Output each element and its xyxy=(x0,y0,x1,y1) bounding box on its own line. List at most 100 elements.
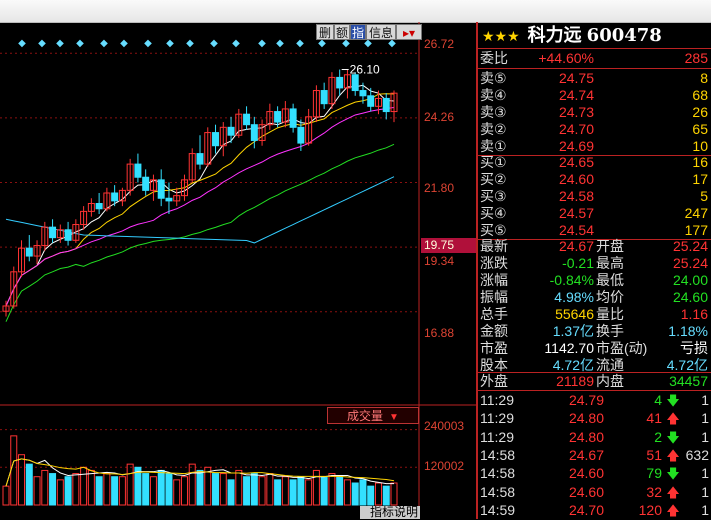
stat-label: 最新 xyxy=(480,238,508,254)
volume-bar xyxy=(320,476,328,506)
volume-bar xyxy=(165,473,173,506)
volume-bar xyxy=(80,466,88,506)
tick-price: 24.79 xyxy=(568,392,604,408)
volume-axis-tick: 120002 xyxy=(424,459,465,473)
stat-label: 市盈 xyxy=(480,340,508,356)
volume-bar xyxy=(212,473,220,506)
tick-volume: 120 xyxy=(638,501,662,518)
bid-price: 24.60 xyxy=(558,171,594,187)
ask-label: 卖② xyxy=(480,121,507,137)
candle-body xyxy=(289,108,297,128)
price-axis-tick: 19.34 xyxy=(424,254,455,268)
candle-body xyxy=(274,111,282,123)
commission-value: 285 xyxy=(684,50,708,66)
ask-price: 24.69 xyxy=(558,138,594,154)
bid-row[interactable]: 买② 24.60 17 xyxy=(478,171,711,188)
toolbar-menu-button[interactable]: ▸▾ xyxy=(396,24,422,40)
toolbar-info-button[interactable]: 信息 xyxy=(366,24,396,40)
ask-price: 24.70 xyxy=(558,121,594,137)
bid-row[interactable]: 买④ 24.57 247 xyxy=(478,205,711,222)
volume-bar xyxy=(204,466,212,506)
bid-row[interactable]: 买① 24.65 16 xyxy=(478,154,711,171)
bid-row[interactable]: 买⑤ 24.54 177 xyxy=(478,222,711,239)
ask-row[interactable]: 卖④ 24.74 68 xyxy=(478,87,711,104)
indicator-help-button[interactable]: 指标说明 xyxy=(360,506,420,519)
tick-time: 11:29 xyxy=(480,410,514,427)
candle-body xyxy=(243,113,251,126)
event-marker-icon: ◆ xyxy=(100,38,108,49)
rating-stars-icon: ★★★ xyxy=(482,28,520,44)
candle-body xyxy=(25,247,33,257)
volume-bar xyxy=(18,454,26,506)
volume-bar xyxy=(328,473,336,506)
volume-bar xyxy=(142,473,150,506)
toolbar-delete-button[interactable]: 删 xyxy=(316,24,334,40)
ask-price: 24.75 xyxy=(558,70,594,86)
tick-price: 24.60 xyxy=(568,465,604,482)
ask-volume: 10 xyxy=(692,138,708,154)
tick-row: 14:58 24.67 51 🡅 632 xyxy=(478,446,711,465)
stat-row: 金额 1.37亿 换手 1.18% xyxy=(478,323,711,340)
toolbar-indicator-button[interactable]: 指 xyxy=(350,24,366,40)
price-axis-tick: 21.80 xyxy=(424,181,455,195)
stat-label: 均价 xyxy=(596,289,624,305)
stat-value: 1.37亿 xyxy=(552,323,594,339)
stat-label: 最低 xyxy=(596,272,624,288)
bid-row[interactable]: 买③ 24.58 5 xyxy=(478,188,711,205)
volume-bar xyxy=(188,463,196,506)
event-marker-icon: ◆ xyxy=(210,38,218,49)
candle-body xyxy=(95,203,103,210)
volume-bar xyxy=(219,473,227,506)
stat-value: 25.24 xyxy=(672,255,708,271)
event-marker-icon: ◆ xyxy=(258,38,266,49)
volume-bar xyxy=(297,476,305,506)
bid-label: 买③ xyxy=(480,188,507,204)
tick-price: 24.67 xyxy=(568,446,604,463)
event-marker-icon: ◆ xyxy=(120,38,128,49)
candle-body xyxy=(297,126,305,144)
event-marker-icon: ◆ xyxy=(166,38,174,49)
volume-bar xyxy=(33,476,41,506)
ask-row[interactable]: 卖③ 24.73 26 xyxy=(478,104,711,121)
tick-count: 1 xyxy=(701,501,709,518)
stat-value: 25.24 xyxy=(672,238,708,254)
ask-row[interactable]: 卖① 24.69 10 xyxy=(478,138,711,155)
candle-body xyxy=(142,176,150,191)
volume-indicator-dropdown[interactable]: 成交量 ▼ xyxy=(327,407,419,424)
stat-row: 市盈 1142.70 市盈(动) 亏损 xyxy=(478,340,711,357)
bid-volume: 17 xyxy=(692,171,708,187)
bid-volume: 5 xyxy=(700,188,708,204)
ask-volume: 26 xyxy=(692,104,708,120)
event-marker-icon: ◆ xyxy=(232,38,240,49)
volume-bar xyxy=(274,479,282,506)
tick-time: 11:29 xyxy=(480,392,514,408)
volume-bar xyxy=(312,469,320,506)
kline-chart[interactable]: ◆ ◆ ◆ ◆ ◆ ◆ ◆ ◆ ◆ ◆ ◆ ◆ ◆ ◆ ◆ ◆ ◆ ◆26.10 xyxy=(0,22,476,519)
candle-body xyxy=(111,192,119,202)
bid-label: 买② xyxy=(480,171,507,187)
toolbar-amount-button[interactable]: 额 xyxy=(334,24,350,40)
stat-value: 55646 xyxy=(555,306,594,322)
tick-time: 14:58 xyxy=(480,446,516,463)
price-axis-tick: 26.72 xyxy=(424,37,455,51)
stat-label: 涨幅 xyxy=(480,272,508,288)
volume-bar xyxy=(72,473,80,506)
quote-panel: ★★★ 科力远 600478 委比 +44.60% 285 卖⑤ 24.75 8 … xyxy=(478,22,711,519)
tick-time: 14:58 xyxy=(480,483,516,500)
tick-volume: 32 xyxy=(646,483,662,500)
bid-label: 买⑤ xyxy=(480,222,507,238)
row-label: 委比 xyxy=(480,50,508,66)
volume-bar xyxy=(149,476,157,506)
current-price-axis-label: 19.75 xyxy=(421,238,476,253)
stat-value: 4.98% xyxy=(554,289,594,305)
volume-bar xyxy=(390,482,398,506)
ask-row[interactable]: 卖⑤ 24.75 8 xyxy=(478,70,711,87)
candle-body xyxy=(196,153,204,165)
tick-volume: 2 xyxy=(654,428,662,445)
volume-bar xyxy=(56,479,64,506)
tick-volume: 51 xyxy=(646,446,662,463)
ask-volume: 8 xyxy=(700,70,708,86)
volume-bar xyxy=(49,473,57,506)
stat-value: 亏损 xyxy=(680,340,708,356)
ask-row[interactable]: 卖② 24.70 65 xyxy=(478,121,711,138)
